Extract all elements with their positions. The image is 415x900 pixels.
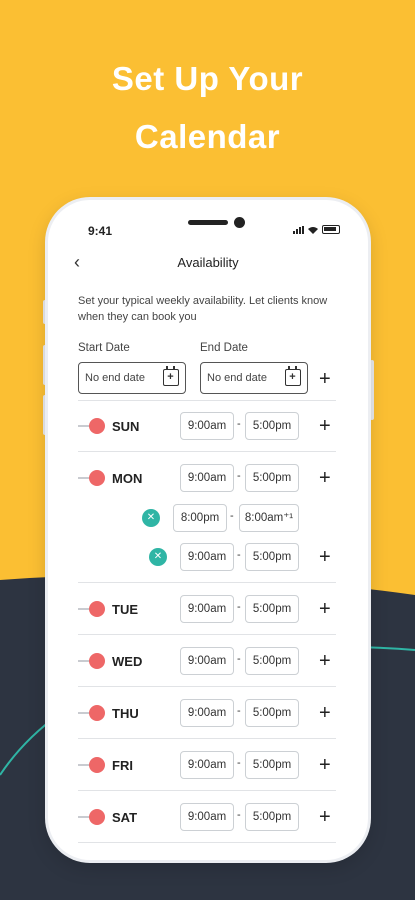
nav-bar: ‹ Availability: [48, 248, 368, 278]
add-slot-mon-plus-icon[interactable]: +: [319, 547, 331, 567]
phone-frame: 9:41 ‹ Availability Set your typical wee…: [48, 200, 368, 860]
add-date-range-plus-icon[interactable]: +: [319, 369, 331, 389]
time-separator: -: [237, 705, 241, 717]
toggle-tue[interactable]: [78, 601, 106, 617]
end-date-value: No end date: [207, 372, 267, 384]
add-slot-sat-plus-icon[interactable]: +: [319, 807, 331, 827]
day-label-sun: SUN: [112, 419, 140, 434]
phone-power-button: [370, 360, 374, 420]
day-label-mon: MON: [112, 471, 143, 486]
divider: [78, 842, 336, 843]
end-date-label: End Date: [200, 342, 248, 354]
divider: [78, 451, 336, 452]
divider: [78, 790, 336, 791]
add-slot-wed-plus-icon[interactable]: +: [319, 651, 331, 671]
time-separator: -: [237, 757, 241, 769]
end-time-mon-slot2[interactable]: 8:00am⁺¹: [239, 504, 299, 532]
divider: [78, 582, 336, 583]
add-slot-mon-plus-icon[interactable]: +: [319, 468, 331, 488]
phone-volume-down: [43, 395, 47, 435]
toggle-mon[interactable]: [78, 470, 106, 486]
start-time-thu[interactable]: 9:00am: [180, 699, 234, 727]
toggle-thu[interactable]: [78, 705, 106, 721]
time-separator: -: [237, 601, 241, 613]
divider: [78, 634, 336, 635]
time-separator: -: [237, 653, 241, 665]
divider: [78, 686, 336, 687]
start-time-mon-slot2[interactable]: 8:00pm: [173, 504, 227, 532]
start-date-label: Start Date: [78, 342, 130, 354]
end-time-mon[interactable]: 5:00pm: [245, 464, 299, 492]
wifi-icon: [308, 226, 318, 234]
headline-line1: Set Up Your: [111, 60, 304, 97]
start-time-mon[interactable]: 9:00am: [180, 464, 234, 492]
end-time-mon-slot3[interactable]: 5:00pm: [245, 543, 299, 571]
status-bar: 9:41: [48, 200, 368, 244]
phone-mute-switch: [43, 300, 47, 324]
start-time-tue[interactable]: 9:00am: [180, 595, 234, 623]
end-time-sat[interactable]: 5:00pm: [245, 803, 299, 831]
start-time-sun[interactable]: 9:00am: [180, 412, 234, 440]
time-separator: -: [237, 549, 241, 561]
intro-text: Set your typical weekly availability. Le…: [78, 295, 328, 323]
toggle-sun[interactable]: [78, 418, 106, 434]
start-time-wed[interactable]: 9:00am: [180, 647, 234, 675]
calendar-add-icon[interactable]: [163, 366, 179, 386]
calendar-add-icon[interactable]: [285, 366, 301, 386]
end-date-field[interactable]: No end date: [200, 362, 308, 394]
start-date-field[interactable]: No end date: [78, 362, 186, 394]
time-separator: -: [230, 510, 234, 522]
start-date-value: No end date: [85, 372, 145, 384]
signal-icon: [293, 225, 304, 234]
add-slot-sun-plus-icon[interactable]: +: [319, 416, 331, 436]
end-time-wed[interactable]: 5:00pm: [245, 647, 299, 675]
end-time-tue[interactable]: 5:00pm: [245, 595, 299, 623]
add-slot-thu-plus-icon[interactable]: +: [319, 703, 331, 723]
phone-volume-up: [43, 345, 47, 385]
time-separator: -: [237, 470, 241, 482]
start-time-fri[interactable]: 9:00am: [180, 751, 234, 779]
front-camera: [234, 217, 245, 228]
day-label-wed: WED: [112, 654, 143, 669]
day-label-thu: THU: [112, 706, 139, 721]
day-label-fri: FRI: [112, 758, 133, 773]
start-time-mon-slot3[interactable]: 9:00am: [180, 543, 234, 571]
headline-line2: Calendar: [134, 118, 281, 155]
add-slot-fri-plus-icon[interactable]: +: [319, 755, 331, 775]
toggle-wed[interactable]: [78, 653, 106, 669]
end-time-thu[interactable]: 5:00pm: [245, 699, 299, 727]
headline: Set Up Your Calendar: [0, 50, 415, 166]
remove-slot-close-icon[interactable]: ✕: [142, 509, 160, 527]
status-time: 9:41: [88, 224, 113, 238]
toggle-fri[interactable]: [78, 757, 106, 773]
end-time-sun[interactable]: 5:00pm: [245, 412, 299, 440]
battery-icon: [322, 225, 340, 234]
add-slot-tue-plus-icon[interactable]: +: [319, 599, 331, 619]
day-label-tue: TUE: [112, 602, 138, 617]
end-time-fri[interactable]: 5:00pm: [245, 751, 299, 779]
system-icons: [293, 225, 340, 234]
start-time-sat[interactable]: 9:00am: [180, 803, 234, 831]
page-title: Availability: [177, 255, 239, 270]
toggle-sat[interactable]: [78, 809, 106, 825]
remove-slot-close-icon[interactable]: ✕: [149, 548, 167, 566]
time-separator: -: [237, 418, 241, 430]
divider: [78, 400, 336, 401]
day-label-sat: SAT: [112, 810, 138, 825]
notch-speaker: [188, 220, 228, 225]
time-separator: -: [237, 809, 241, 821]
divider: [78, 738, 336, 739]
